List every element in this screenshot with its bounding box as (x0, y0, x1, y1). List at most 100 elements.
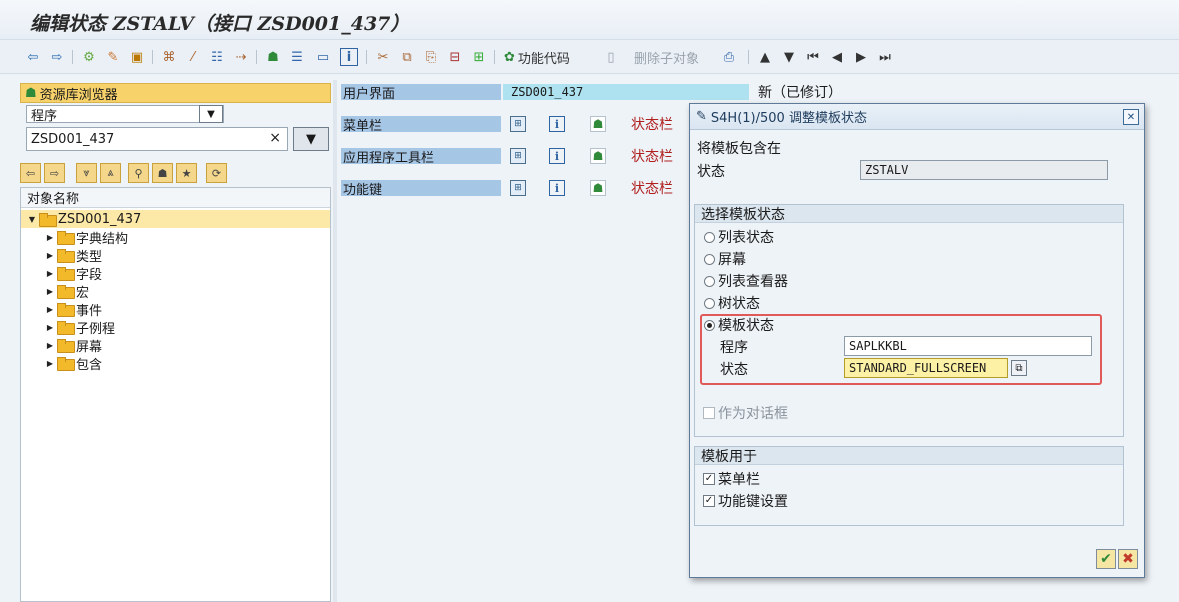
first-page-icon[interactable]: ⏮ (804, 48, 822, 66)
radio-icon (704, 253, 715, 265)
forward-arrow-icon[interactable]: ⇨ (48, 48, 66, 66)
activate-icon[interactable]: ▣ (128, 48, 146, 66)
tree-column-header: 对象名称 (21, 188, 330, 208)
clear-icon[interactable]: × (269, 130, 281, 146)
radio-label: 模板状态 (718, 318, 774, 334)
radio-tree-status[interactable]: 树状态 (704, 293, 760, 313)
display-button[interactable]: ▼ (293, 127, 329, 151)
copy-icon[interactable]: ⧉ (398, 48, 416, 66)
object-name-value: ZSD001_437 (31, 131, 115, 147)
menubar-label: 菜单栏 (341, 116, 501, 134)
collapsed-icon: ▶ (46, 268, 54, 278)
hierarchy-icon[interactable]: ☗ (152, 163, 173, 183)
document-icon[interactable]: ▯ (602, 48, 620, 66)
tree-node[interactable]: ▶ 字段 (21, 264, 330, 283)
menubar-status-link[interactable]: 状态栏 (631, 114, 673, 134)
text-align-icon[interactable]: ☰ (288, 48, 306, 66)
close-icon[interactable]: ✕ (1123, 109, 1139, 125)
value-help-icon[interactable]: ⧉ (1011, 360, 1027, 376)
where-used-icon[interactable]: ⌘ (160, 48, 178, 66)
radio-template-status[interactable]: 模板状态 (704, 315, 774, 335)
tree-node[interactable]: ▶ 字典结构 (21, 228, 330, 247)
confirm-button[interactable]: ✔ (1096, 549, 1116, 569)
cut-icon[interactable]: ✂ (374, 48, 392, 66)
function-keys-status-link[interactable]: 状态栏 (631, 178, 673, 198)
object-tree: 对象名称 ▼ ZSD001_437 ▶ 字典结构 ▶ 类型 ▶ 字段 ▶ 宏 ▶… (20, 187, 331, 602)
object-name-input[interactable]: ZSD001_437 × (26, 127, 288, 151)
tree-node[interactable]: ▶ 包含 (21, 354, 330, 373)
tree-root[interactable]: ▼ ZSD001_437 (21, 210, 330, 228)
tree-node-label: 宏 (76, 285, 90, 301)
tree-node[interactable]: ▶ 屏幕 (21, 336, 330, 355)
hierarchy-icon[interactable]: ☗ (590, 180, 606, 196)
navigate-icon[interactable]: ⇢ (232, 48, 250, 66)
tree-node-label: 类型 (76, 249, 103, 265)
expanded-icon: ▼ (28, 214, 36, 224)
delete-child-button[interactable]: 删除子对象 (634, 48, 699, 67)
info-icon[interactable]: i (340, 48, 358, 66)
info-icon[interactable]: i (549, 148, 565, 164)
radio-icon (704, 297, 715, 309)
last-page-icon[interactable]: ⏭ (876, 48, 894, 66)
window-icon[interactable]: ▭ (314, 48, 332, 66)
template-status-input[interactable]: STANDARD_FULLSCREEN (844, 358, 1008, 378)
test-icon[interactable]: ⁄ (184, 48, 202, 66)
delete-row-icon[interactable]: ⊟ (446, 48, 464, 66)
collapsed-icon: ▶ (46, 358, 54, 368)
favorites-icon[interactable]: ★ (176, 163, 197, 183)
radio-list-viewer[interactable]: 列表查看器 (704, 271, 788, 291)
previous-page-icon[interactable]: ◀ (828, 48, 846, 66)
insert-row-icon[interactable]: ⊞ (470, 48, 488, 66)
tree-node[interactable]: ▶ 子例程 (21, 318, 330, 337)
next-page-icon[interactable]: ▶ (852, 48, 870, 66)
tree-node[interactable]: ▶ 类型 (21, 246, 330, 265)
function-code-button[interactable]: ✿ 功能代码 (504, 48, 570, 67)
program-input[interactable]: SAPLKKBL (844, 336, 1092, 356)
chevron-down-icon[interactable]: ▼ (199, 105, 223, 123)
next-object-icon[interactable]: ⇨ (44, 163, 65, 183)
move-up-icon[interactable]: ▲ (756, 48, 774, 66)
tree-node-label: 子例程 (76, 321, 116, 337)
expand-box-icon[interactable]: ⊞ (510, 148, 526, 164)
function-keys-checkbox[interactable]: ✓ 功能键设置 (703, 491, 788, 511)
object-list-icon[interactable]: ☷ (208, 48, 226, 66)
display-change-icon[interactable]: ✎ (104, 48, 122, 66)
expand-icon[interactable]: ⩔ (76, 163, 97, 183)
info-icon[interactable]: i (549, 116, 565, 132)
move-down-icon[interactable]: ▼ (780, 48, 798, 66)
collapsed-icon: ▶ (46, 250, 54, 260)
panel-splitter[interactable] (333, 80, 337, 602)
tree-node[interactable]: ▶ 宏 (21, 282, 330, 301)
hierarchy-icon[interactable]: ☗ (590, 116, 606, 132)
object-type-select[interactable]: 程序 ▼ (26, 105, 224, 124)
radio-label: 列表状态 (718, 230, 774, 246)
user-interface-label: 用户界面 (341, 84, 501, 102)
hierarchy-icon[interactable]: ☗ (264, 48, 282, 66)
back-arrow-icon[interactable]: ⇦ (24, 48, 42, 66)
radio-list-status[interactable]: 列表状态 (704, 227, 774, 247)
expand-box-icon[interactable]: ⊞ (510, 116, 526, 132)
folder-icon (57, 357, 75, 371)
hierarchy-icon[interactable]: ☗ (590, 148, 606, 164)
hierarchy-icon: ☗ (25, 85, 37, 101)
as-dialog-checkbox[interactable]: 作为对话框 (703, 403, 788, 423)
other-object-icon[interactable]: ⚙ (80, 48, 98, 66)
template-status-label: 状态 (720, 362, 748, 378)
menubar-checkbox[interactable]: ✓ 菜单栏 (703, 469, 760, 489)
info-icon[interactable]: i (549, 180, 565, 196)
title-bar: 编辑状态 ZSTALV（接口 ZSD001_437） (0, 0, 1179, 40)
app-toolbar-status-link[interactable]: 状态栏 (631, 146, 673, 166)
print-icon[interactable]: ⎙ (720, 48, 738, 66)
radio-screen[interactable]: 屏幕 (704, 249, 746, 269)
refresh-icon[interactable]: ⟳ (206, 163, 227, 183)
repository-browser-header[interactable]: ☗ 资源库浏览器 (20, 83, 331, 103)
expand-box-icon[interactable]: ⊞ (510, 180, 526, 196)
dialog-title-bar[interactable]: ✎ S4H(1)/500 调整模板状态 ✕ (690, 104, 1144, 130)
paste-icon[interactable]: ⎘ (422, 48, 440, 66)
find-icon[interactable]: ⚲ (128, 163, 149, 183)
cancel-button[interactable]: ✖ (1118, 549, 1138, 569)
collapse-icon[interactable]: ⩓ (100, 163, 121, 183)
tree-node[interactable]: ▶ 事件 (21, 300, 330, 319)
previous-object-icon[interactable]: ⇦ (20, 163, 41, 183)
radio-label: 树状态 (718, 296, 760, 312)
